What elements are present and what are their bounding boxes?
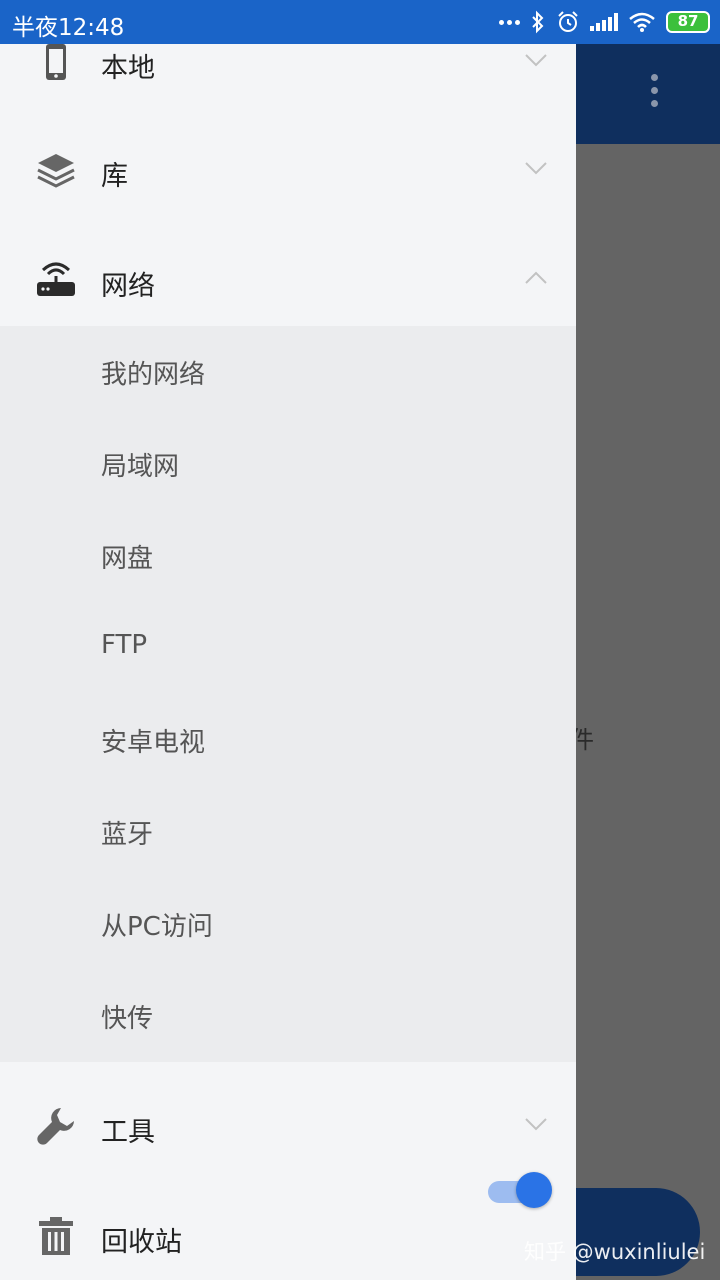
submenu-item-pc-access[interactable]: 从PC访问	[0, 878, 576, 970]
battery-level: 87	[677, 12, 699, 30]
nav-label-library: 库	[101, 161, 128, 192]
recycle-bin-toggle[interactable]	[488, 1172, 552, 1208]
router-icon	[37, 262, 75, 296]
more-notifications-icon	[499, 19, 520, 25]
alarm-icon	[558, 11, 578, 32]
chevron-up-icon	[525, 271, 547, 284]
chevron-down-icon	[525, 1118, 547, 1131]
submenu-label: 快传	[101, 1004, 154, 1034]
submenu-item-ftp[interactable]: FTP	[0, 602, 576, 694]
submenu-label: 从PC访问	[101, 912, 213, 942]
watermark: 知乎 @wuxinliulei	[524, 1240, 706, 1264]
chevron-down-icon	[525, 162, 547, 175]
wrench-icon	[37, 1108, 74, 1145]
status-bar: 半夜12:48 87	[0, 0, 720, 44]
submenu-item-my-network[interactable]: 我的网络	[0, 326, 576, 418]
submenu-item-quick-transfer[interactable]: 快传	[0, 970, 576, 1062]
submenu-item-android-tv[interactable]: 安卓电视	[0, 694, 576, 786]
navigation-drawer: 本地 库 网络 我的网络 局域网 网盘 FTP 安卓电视 蓝牙 从PC访问 快传…	[0, 44, 576, 1280]
submenu-label: 我的网络	[101, 360, 206, 390]
nav-item-network[interactable]: 网络	[0, 226, 576, 336]
signal-icon	[590, 13, 618, 31]
status-time: 半夜12:48	[12, 15, 125, 41]
submenu-label: 安卓电视	[101, 728, 206, 758]
nav-item-local[interactable]: 本地	[0, 44, 576, 110]
phone-icon	[46, 44, 66, 80]
nav-label-tools: 工具	[101, 1117, 155, 1148]
network-submenu: 我的网络 局域网 网盘 FTP 安卓电视 蓝牙 从PC访问 快传	[0, 326, 576, 1062]
wifi-icon	[629, 12, 655, 32]
status-icons: 87	[499, 6, 710, 38]
nav-item-tools[interactable]: 工具	[0, 1072, 576, 1182]
nav-item-library[interactable]: 库	[0, 116, 576, 226]
nav-label-network: 网络	[101, 271, 155, 302]
submenu-item-bluetooth[interactable]: 蓝牙	[0, 786, 576, 878]
nav-label-local: 本地	[101, 53, 155, 84]
submenu-label: FTP	[101, 630, 148, 660]
trash-icon	[39, 1217, 73, 1255]
more-options-icon[interactable]	[648, 74, 660, 114]
layers-icon	[37, 154, 75, 188]
submenu-label: 蓝牙	[101, 820, 154, 850]
toggle-thumb	[516, 1172, 552, 1208]
chevron-down-icon	[525, 54, 547, 67]
nav-label-recycle-bin: 回收站	[101, 1227, 182, 1258]
submenu-item-lan[interactable]: 局域网	[0, 418, 576, 510]
submenu-item-cloud-drive[interactable]: 网盘	[0, 510, 576, 602]
submenu-label: 局域网	[101, 452, 180, 482]
battery-icon: 87	[666, 11, 710, 33]
bluetooth-icon	[532, 10, 544, 34]
submenu-label: 网盘	[101, 544, 154, 574]
